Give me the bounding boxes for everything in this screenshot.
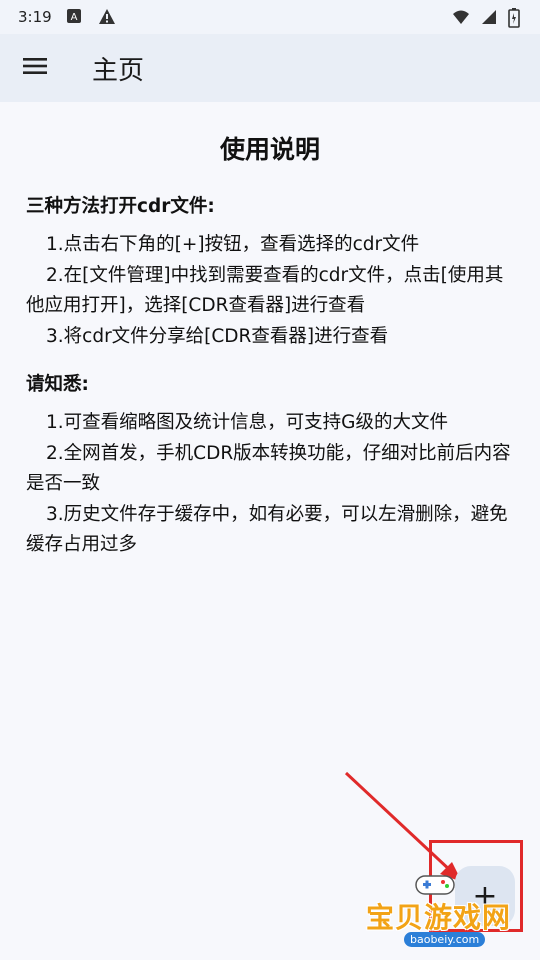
instructions-title: 使用说明 [219, 135, 320, 164]
warning-icon [98, 8, 116, 26]
hamburger-menu-icon [23, 56, 47, 80]
section-notice: 请知悉: 1.可查看缩略图及统计信息，可支持G级的大文件 2.全网首发，手机CD… [26, 370, 514, 561]
signal-icon [480, 8, 498, 26]
gamepad-icon [415, 875, 455, 895]
list-item: 1.可查看缩略图及统计信息，可支持G级的大文件 [46, 412, 448, 433]
wifi-icon [452, 8, 470, 26]
status-time: 3:19 [18, 8, 52, 26]
status-bar: 3:19 A [0, 0, 540, 34]
list-item: 2.在[文件管理]中找到需要查看的cdr文件，点击[使用其他应用打开]，选择[C… [26, 264, 504, 317]
svg-text:A: A [70, 12, 77, 23]
watermark-url: baobeiy.com [404, 932, 486, 947]
section-heading: 请知悉: [26, 374, 89, 395]
section-heading: 三种方法打开cdr文件: [26, 196, 215, 217]
list-item: 2.全网首发，手机CDR版本转换功能，仔细对比前后内容是否一致 [26, 442, 511, 495]
list-item: 1.点击右下角的[+]按钮，查看选择的cdr文件 [46, 234, 420, 255]
content-area[interactable]: 使用说明 三种方法打开cdr文件: 1.点击右下角的[+]按钮，查看选择的cdr… [0, 102, 540, 960]
battery-icon [508, 8, 526, 28]
list-item: 3.将cdr文件分享给[CDR查看器]进行查看 [46, 325, 389, 347]
list-item: 3.历史文件存于缓存中，如有必要，可以左滑删除，避免缓存占用过多 [26, 503, 508, 556]
keyboard-a-icon: A [66, 8, 84, 26]
page-title: 主页 [92, 55, 145, 86]
app-bar: 主页 [0, 34, 540, 102]
status-right [452, 8, 526, 28]
watermark-text: 宝贝游戏网 [366, 901, 512, 934]
section-open-methods: 三种方法打开cdr文件: 1.点击右下角的[+]按钮，查看选择的cdr文件 2.… [26, 192, 514, 352]
menu-button[interactable] [0, 34, 70, 102]
watermark: 宝贝游戏网 baobeiy.com [360, 860, 530, 955]
status-left: 3:19 A [18, 8, 116, 26]
